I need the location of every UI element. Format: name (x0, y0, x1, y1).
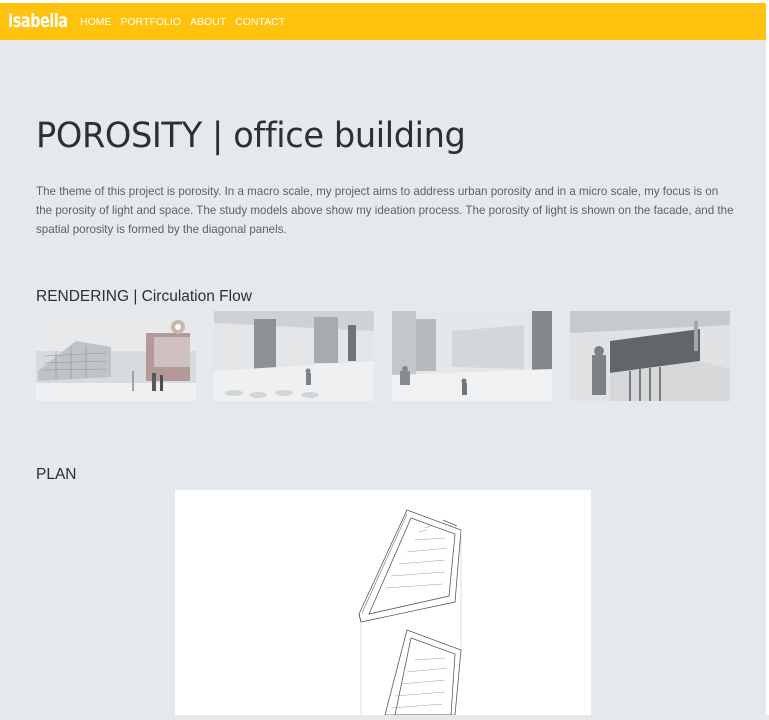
nav-about-link[interactable]: ABOUT (190, 16, 226, 28)
rendering-image-balcony[interactable] (570, 311, 730, 401)
nav-portfolio-link[interactable]: PORTFOLIO (121, 16, 181, 28)
site-logo[interactable]: Isabella (8, 10, 68, 32)
rendering-image-lobby[interactable] (214, 311, 374, 401)
nav-home-link[interactable]: HOME (80, 16, 112, 28)
floor-plan-image[interactable] (175, 490, 591, 716)
rendering-gallery (36, 311, 730, 401)
main-nav: HOME PORTFOLIO ABOUT CONTACT (80, 16, 285, 28)
project-description: The theme of this project is porosity. I… (36, 185, 734, 236)
navbar: Isabella HOME PORTFOLIO ABOUT CONTACT (0, 3, 766, 40)
rendering-image-atrium[interactable] (392, 311, 552, 401)
rendering-heading: RENDERING | Circulation Flow (36, 288, 252, 305)
plan-heading: PLAN (36, 466, 77, 483)
rendering-image-exterior[interactable] (36, 311, 196, 401)
page-title: POROSITY | office building (36, 116, 466, 156)
nav-contact-link[interactable]: CONTACT (235, 16, 285, 28)
